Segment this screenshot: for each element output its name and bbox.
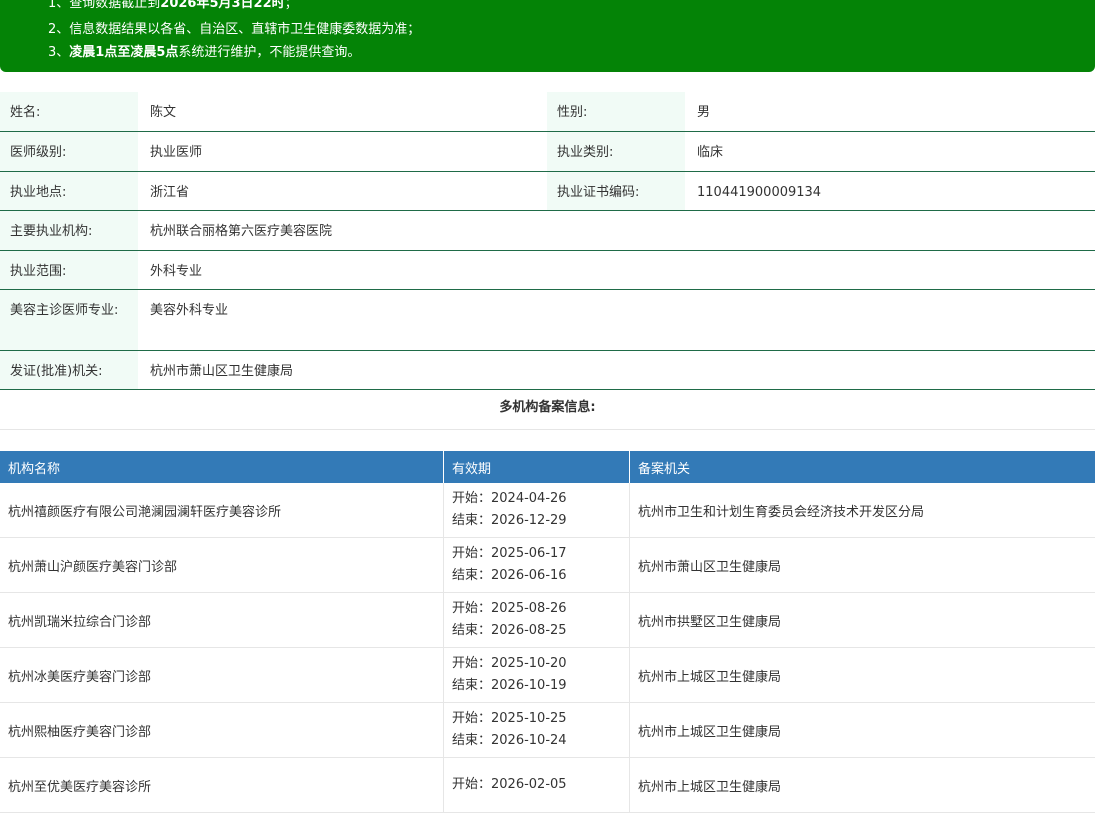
period-cell: 开始：2025-10-20 结束：2026-10-19 (443, 647, 630, 703)
cert-value: 110441900009134 (697, 185, 822, 200)
period-end: 结束：2026-12-29 (452, 513, 567, 528)
institution-cell: 杭州萧山沪颜医疗美容门诊部 (0, 537, 444, 593)
notice-banner: 1、查询数据截止到2026年5月3日22时； 2、信息数据结果以各省、自治区、直… (0, 0, 1095, 72)
institution-cell: 杭州熙柚医疗美容门诊部 (0, 702, 444, 758)
period-end: 结束：2026-08-25 (452, 623, 567, 638)
period-start: 开始：2025-06-17 (452, 546, 567, 561)
info-row-issuer: 发证(批准)机关: 杭州市萧山区卫生健康局 (0, 351, 1095, 390)
scope-label: 执业范围: (0, 251, 138, 289)
header-period: 有效期 (443, 451, 630, 483)
doctor-info-table: 姓名: 陈文 性别: 男 医师级别: 执业医师 执业类别: 临床 执业地点: 浙… (0, 92, 1095, 390)
period-cell: 开始：2025-10-25 结束：2026-10-24 (443, 702, 630, 758)
institution-value: 杭州联合丽格第六医疗美容医院 (150, 224, 333, 239)
notice-line-3: 3、凌晨1点至凌晨5点系统进行维护，不能提供查询。 (48, 45, 361, 60)
authority-cell: 杭州市卫生和计划生育委员会经济技术开发区分局 (629, 483, 1095, 538)
period-cell: 开始：2024-04-26 结束：2026-12-29 (443, 483, 630, 538)
multi-institution-title: 多机构备案信息: (0, 387, 1095, 430)
period-end: 结束：2026-10-19 (452, 678, 567, 693)
period-start: 开始：2025-10-25 (452, 711, 567, 726)
location-value: 浙江省 (150, 185, 190, 200)
name-label: 姓名: (0, 92, 138, 131)
table-row: 杭州熙柚医疗美容门诊部 开始：2025-10-25 结束：2026-10-24 杭… (0, 702, 1095, 758)
period-end: 结束：2026-10-24 (452, 733, 567, 748)
table-row: 杭州凯瑞米拉综合门诊部 开始：2025-08-26 结束：2026-08-25 杭… (0, 592, 1095, 648)
name-value: 陈文 (150, 105, 177, 120)
period-cell: 开始：2025-06-17 结束：2026-06-16 (443, 537, 630, 593)
gender-value: 男 (697, 105, 711, 120)
notice-line-1: 1、查询数据截止到2026年5月3日22时； (48, 0, 298, 11)
cosmetic-label: 美容主诊医师专业: (0, 290, 138, 350)
info-row-name: 姓名: 陈文 性别: 男 (0, 92, 1095, 132)
authority-cell: 杭州市上城区卫生健康局 (629, 647, 1095, 703)
period-start: 开始：2025-08-26 (452, 601, 567, 616)
table-row: 杭州至优美医疗美容诊所 开始：2026-02-05 杭州市上城区卫生健康局 (0, 757, 1095, 813)
authority-cell: 杭州市上城区卫生健康局 (629, 702, 1095, 758)
category-label: 执业类别: (547, 132, 685, 171)
level-value: 执业医师 (150, 145, 203, 160)
info-row-location: 执业地点: 浙江省 执业证书编码: 110441900009134 (0, 172, 1095, 211)
cosmetic-value: 美容外科专业 (150, 303, 229, 318)
institution-cell: 杭州凯瑞米拉综合门诊部 (0, 592, 444, 648)
header-authority: 备案机关 (629, 451, 1095, 483)
table-header-row: 机构名称 有效期 备案机关 (0, 451, 1095, 483)
multi-institution-table: 机构名称 有效期 备案机关 杭州禧颜医疗有限公司滟澜园澜轩医疗美容诊所 开始：2… (0, 451, 1095, 813)
institution-cell: 杭州禧颜医疗有限公司滟澜园澜轩医疗美容诊所 (0, 483, 444, 538)
header-institution: 机构名称 (0, 451, 444, 483)
info-row-cosmetic: 美容主诊医师专业: 美容外科专业 (0, 290, 1095, 351)
issuer-value: 杭州市萧山区卫生健康局 (150, 364, 294, 379)
period-cell: 开始：2026-02-05 (443, 757, 630, 813)
table-row: 杭州禧颜医疗有限公司滟澜园澜轩医疗美容诊所 开始：2024-04-26 结束：20… (0, 483, 1095, 538)
location-label: 执业地点: (0, 172, 138, 210)
period-cell: 开始：2025-08-26 结束：2026-08-25 (443, 592, 630, 648)
authority-cell: 杭州市拱墅区卫生健康局 (629, 592, 1095, 648)
institution-cell: 杭州冰美医疗美容门诊部 (0, 647, 444, 703)
period-start: 开始：2025-10-20 (452, 656, 567, 671)
issuer-label: 发证(批准)机关: (0, 351, 138, 389)
info-row-level: 医师级别: 执业医师 执业类别: 临床 (0, 132, 1095, 172)
period-start: 开始：2024-04-26 (452, 491, 567, 506)
period-end: 结束：2026-06-16 (452, 568, 567, 583)
info-row-institution: 主要执业机构: 杭州联合丽格第六医疗美容医院 (0, 211, 1095, 251)
level-label: 医师级别: (0, 132, 138, 171)
gender-label: 性别: (547, 92, 685, 131)
scope-value: 外科专业 (150, 264, 203, 279)
info-row-scope: 执业范围: 外科专业 (0, 251, 1095, 290)
period-start: 开始：2026-02-05 (452, 777, 567, 792)
table-row: 杭州冰美医疗美容门诊部 开始：2025-10-20 结束：2026-10-19 杭… (0, 647, 1095, 703)
authority-cell: 杭州市萧山区卫生健康局 (629, 537, 1095, 593)
table-row: 杭州萧山沪颜医疗美容门诊部 开始：2025-06-17 结束：2026-06-16… (0, 537, 1095, 593)
notice-line-2: 2、信息数据结果以各省、自治区、直辖市卫生健康委数据为准； (48, 22, 421, 37)
institution-label: 主要执业机构: (0, 211, 138, 250)
authority-cell: 杭州市上城区卫生健康局 (629, 757, 1095, 813)
institution-cell: 杭州至优美医疗美容诊所 (0, 757, 444, 813)
category-value: 临床 (697, 145, 724, 160)
cert-label: 执业证书编码: (547, 172, 685, 210)
